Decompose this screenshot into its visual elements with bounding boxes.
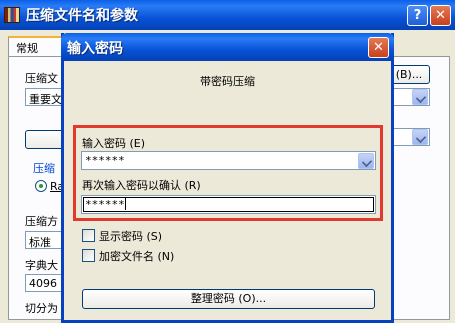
- dictionary-size-label: 字典大: [25, 259, 58, 272]
- encrypt-filenames-checkbox[interactable]: [82, 249, 95, 262]
- question-mark-icon[interactable]: ?: [407, 5, 428, 26]
- archive-name-combo[interactable]: 重要文: [25, 88, 65, 106]
- dictionary-size-combo[interactable]: 4096: [25, 274, 65, 292]
- tab-general[interactable]: 常规: [8, 36, 64, 56]
- close-icon[interactable]: ✕: [368, 37, 389, 58]
- archive-name-combo-right[interactable]: [390, 88, 430, 106]
- chevron-down-icon[interactable]: [412, 129, 428, 145]
- chevron-down-icon[interactable]: [358, 153, 374, 169]
- confirm-password-value: ******: [85, 198, 125, 211]
- dialog-titlebar[interactable]: 输入密码 ✕: [61, 33, 394, 61]
- organize-passwords-button[interactable]: 整理密码 (O)...: [82, 289, 375, 309]
- show-password-checkbox[interactable]: [82, 229, 95, 242]
- confirm-password-label: 再次输入密码以确认 (R): [82, 179, 201, 192]
- split-volumes-label: 切分为: [25, 302, 58, 315]
- show-password-label: 显示密码 (S): [99, 230, 163, 243]
- enter-password-label: 输入密码 (E): [82, 137, 146, 150]
- chevron-down-icon[interactable]: [412, 89, 428, 105]
- password-input[interactable]: ******: [81, 151, 376, 170]
- password-dialog: 输入密码 ✕ 带密码压缩 输入密码 (E) ****** 再次输入密码以确认 (…: [61, 33, 394, 323]
- update-mode-combo[interactable]: [390, 128, 430, 146]
- archive-format-group-label: 压缩: [33, 162, 55, 175]
- browse-button[interactable]: (B)...: [388, 65, 430, 84]
- dialog-title: 输入密码: [67, 41, 123, 57]
- window-title: 压缩文件名和参数: [26, 8, 138, 24]
- encrypt-filenames-label: 加密文件名 (N): [99, 250, 175, 263]
- close-icon[interactable]: ✕: [430, 5, 451, 26]
- winrar-icon: [4, 7, 20, 23]
- compression-method-combo[interactable]: 标准: [25, 231, 65, 249]
- compression-method-label: 压缩方: [25, 215, 58, 228]
- window-titlebar[interactable]: 压缩文件名和参数 ? ✕: [0, 0, 455, 30]
- confirm-password-input[interactable]: ******: [81, 195, 376, 214]
- text-cursor: [124, 198, 126, 210]
- archive-name-label: 压缩文: [25, 72, 58, 85]
- profiles-button[interactable]: [25, 130, 65, 149]
- dialog-subtitle: 带密码压缩: [200, 75, 255, 88]
- rar-radio[interactable]: [35, 180, 47, 192]
- password-input-value: ******: [85, 154, 125, 167]
